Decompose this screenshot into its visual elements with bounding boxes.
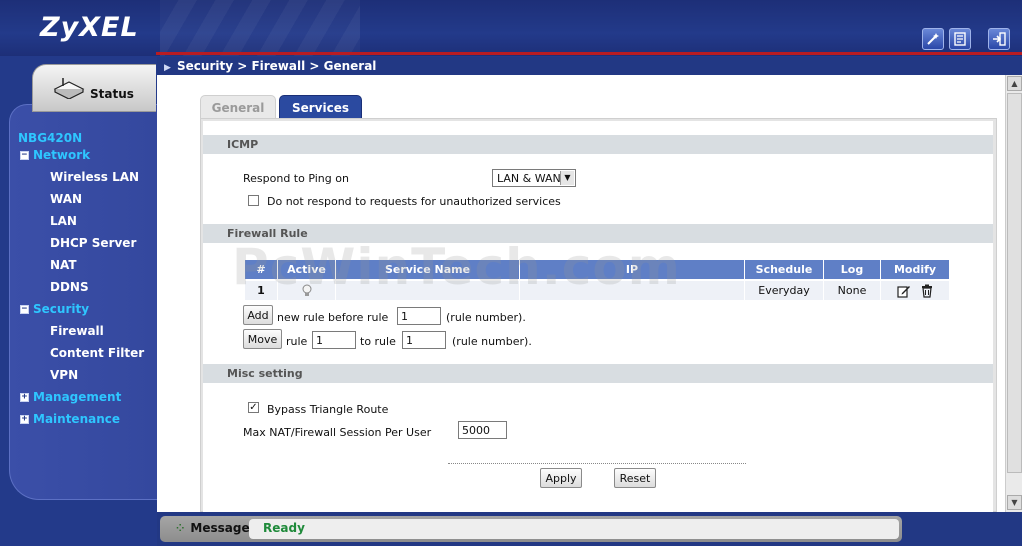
rule-log-cell: None bbox=[824, 281, 881, 300]
breadcrumb-arrow-icon: ▶ bbox=[164, 63, 171, 73]
document-icon bbox=[954, 32, 966, 46]
rule-schedule-cell: Everyday bbox=[745, 281, 824, 300]
move-rule-text: rule bbox=[286, 335, 308, 348]
zyxel-logo: ZyXEL bbox=[40, 12, 139, 43]
col-header-num: # bbox=[245, 260, 278, 279]
wizard-button[interactable] bbox=[922, 28, 944, 50]
trash-icon[interactable] bbox=[921, 284, 933, 298]
edit-icon[interactable] bbox=[897, 284, 911, 298]
section-firewall-rule: Firewall Rule bbox=[203, 224, 993, 243]
nav-group-network[interactable]: − Network bbox=[20, 148, 90, 162]
unauthorized-services-label: Do not respond to requests for unauthori… bbox=[267, 195, 561, 208]
nav-group-maintenance[interactable]: + Maintenance bbox=[20, 412, 120, 426]
device-model: NBG420N bbox=[18, 131, 83, 145]
nav-item-firewall[interactable]: Firewall bbox=[50, 324, 104, 338]
col-header-schedule: Schedule bbox=[745, 260, 824, 279]
status-button[interactable]: Status bbox=[32, 64, 156, 112]
respond-ping-select[interactable]: LAN & WAN ▼ bbox=[492, 169, 576, 187]
move-rule-button[interactable]: Move bbox=[243, 329, 282, 349]
logout-icon bbox=[993, 32, 1006, 46]
message-label: ⁘ Message bbox=[176, 521, 250, 535]
breadcrumb: ▶ Security > Firewall > General bbox=[164, 59, 377, 73]
nav-group-security[interactable]: − Security bbox=[20, 302, 89, 316]
move-rule-suffix: (rule number). bbox=[452, 335, 532, 348]
expand-icon: + bbox=[20, 413, 29, 424]
vertical-scrollbar[interactable]: ▲ ▼ bbox=[1005, 75, 1022, 512]
nav-item-nat[interactable]: NAT bbox=[50, 258, 77, 272]
scroll-up-icon[interactable]: ▲ bbox=[1007, 76, 1022, 91]
move-rule-to-input[interactable]: 1 bbox=[402, 331, 446, 349]
nav-item-lan[interactable]: LAN bbox=[50, 214, 77, 228]
col-header-service-name: Service Name bbox=[336, 260, 520, 279]
expand-icon: + bbox=[20, 391, 29, 402]
section-icmp: ICMP bbox=[203, 135, 993, 154]
scroll-down-icon[interactable]: ▼ bbox=[1007, 495, 1022, 510]
nav-item-wan[interactable]: WAN bbox=[50, 192, 82, 206]
apply-button[interactable]: Apply bbox=[540, 468, 582, 488]
rule-modify-cell bbox=[881, 281, 949, 300]
add-rule-suffix: (rule number). bbox=[446, 311, 526, 324]
respond-ping-label: Respond to Ping on bbox=[243, 172, 349, 185]
section-misc-setting: Misc setting bbox=[203, 364, 993, 383]
add-rule-button[interactable]: Add bbox=[243, 305, 273, 325]
nav-item-ddns[interactable]: DDNS bbox=[50, 280, 89, 294]
router-admin-page: ZyXEL Status NBG420N − Network Wireless … bbox=[0, 0, 1022, 546]
rule-num-cell: 1 bbox=[245, 281, 278, 300]
unauthorized-services-checkbox[interactable] bbox=[248, 195, 259, 206]
tab-general[interactable]: General bbox=[200, 95, 276, 119]
reset-button[interactable]: Reset bbox=[614, 468, 656, 488]
collapse-icon: − bbox=[20, 149, 29, 160]
tab-services[interactable]: Services bbox=[279, 95, 362, 119]
header-bar: ZyXEL bbox=[0, 0, 1022, 56]
nav-item-dhcp-server[interactable]: DHCP Server bbox=[50, 236, 136, 250]
router-icon bbox=[53, 78, 85, 99]
nav-item-wireless-lan[interactable]: Wireless LAN bbox=[50, 170, 139, 184]
nav-item-vpn[interactable]: VPN bbox=[50, 368, 78, 382]
logout-button[interactable] bbox=[988, 28, 1010, 50]
bypass-triangle-checkbox[interactable]: ✓ bbox=[248, 402, 259, 413]
message-status: Ready bbox=[263, 521, 305, 535]
col-header-active: Active bbox=[278, 260, 336, 279]
nav-item-content-filter[interactable]: Content Filter bbox=[50, 346, 144, 360]
bypass-triangle-label: Bypass Triangle Route bbox=[267, 403, 389, 416]
rule-active-cell bbox=[278, 281, 336, 300]
col-header-log: Log bbox=[824, 260, 881, 279]
chevron-down-icon: ▼ bbox=[560, 171, 574, 185]
grip-icon: ⁘ bbox=[176, 522, 185, 534]
move-rule-from-input[interactable]: 1 bbox=[312, 331, 356, 349]
col-header-modify: Modify bbox=[881, 260, 949, 279]
nav-group-management[interactable]: + Management bbox=[20, 390, 121, 404]
about-button[interactable] bbox=[949, 28, 971, 50]
move-to-text: to rule bbox=[360, 335, 396, 348]
add-rule-number-input[interactable]: 1 bbox=[397, 307, 441, 325]
max-session-input[interactable]: 5000 bbox=[458, 421, 507, 439]
max-session-label: Max NAT/Firewall Session Per User bbox=[243, 426, 432, 439]
rule-ip-cell bbox=[520, 281, 745, 300]
rule-service-cell bbox=[336, 281, 520, 300]
bulb-icon bbox=[302, 284, 311, 296]
status-label: Status bbox=[90, 87, 134, 101]
col-header-ip: IP bbox=[520, 260, 745, 279]
scroll-thumb[interactable] bbox=[1007, 93, 1022, 473]
collapse-icon: − bbox=[20, 303, 29, 314]
magic-wand-icon bbox=[927, 33, 939, 45]
add-rule-text: new rule before rule bbox=[277, 311, 389, 324]
